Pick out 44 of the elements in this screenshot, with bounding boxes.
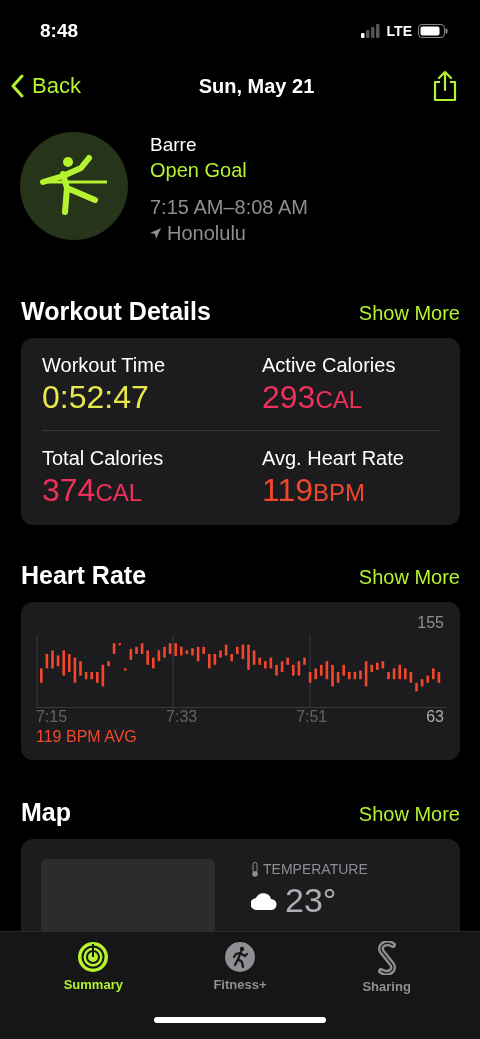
network-type: LTE xyxy=(386,23,412,39)
show-more-link[interactable]: Show More xyxy=(358,302,460,325)
average-heart-rate: 119 BPM AVG xyxy=(36,728,138,746)
metric-label: Avg. Heart Rate xyxy=(262,447,405,470)
metric-value: 119BPM xyxy=(262,472,367,509)
tab-item[interactable]: Summary xyxy=(38,940,149,995)
section-title: Map xyxy=(21,798,71,827)
section-title: Heart Rate xyxy=(21,561,147,590)
barre-dancer-icon xyxy=(39,154,109,218)
location-arrow-icon xyxy=(150,228,161,239)
temperature-label: TEMPERATURE xyxy=(263,861,368,877)
chart-max-label: 155 xyxy=(417,614,444,632)
date-title: Sun, May 21 xyxy=(198,74,315,98)
temperature-value: 23° xyxy=(285,881,337,920)
section-title: Workout Details xyxy=(21,297,211,326)
time-label: 7:51 xyxy=(296,708,328,725)
time-label: 7:33 xyxy=(166,708,198,725)
thermometer-icon xyxy=(251,861,259,877)
metric-label: Workout Time xyxy=(42,354,166,377)
signal-icon xyxy=(360,24,381,38)
time-label: 7:15 xyxy=(36,708,68,725)
metric-value: 374CAL xyxy=(42,472,144,509)
runner-icon xyxy=(224,941,256,973)
share-button[interactable] xyxy=(432,70,458,102)
tab-item[interactable]: Sharing xyxy=(331,940,442,995)
metric-value: 293CAL xyxy=(262,379,364,416)
share-icon xyxy=(432,70,458,102)
show-more-link[interactable]: Show More xyxy=(358,803,460,826)
show-more-link[interactable]: Show More xyxy=(358,566,460,589)
workout-time-range: 7:15 AM–8:08 AM xyxy=(150,196,308,219)
workout-name: Barre xyxy=(150,134,198,156)
metric-value: 0:52:47 xyxy=(42,379,150,416)
battery-icon xyxy=(418,24,448,38)
workout-location: Honolulu xyxy=(167,222,246,245)
chart-min-label: 63 xyxy=(426,708,444,726)
back-button[interactable]: Back xyxy=(10,73,81,99)
metric-label: Active Calories xyxy=(262,354,397,377)
workout-goal: Open Goal xyxy=(150,159,248,182)
rings-icon xyxy=(77,941,110,973)
tab-item[interactable]: Fitness+ xyxy=(185,940,295,995)
metric-label: Total Calories xyxy=(42,447,165,470)
chevron-left-icon xyxy=(10,74,24,98)
cloud-icon xyxy=(251,891,277,910)
status-time: 8:48 xyxy=(40,20,79,42)
